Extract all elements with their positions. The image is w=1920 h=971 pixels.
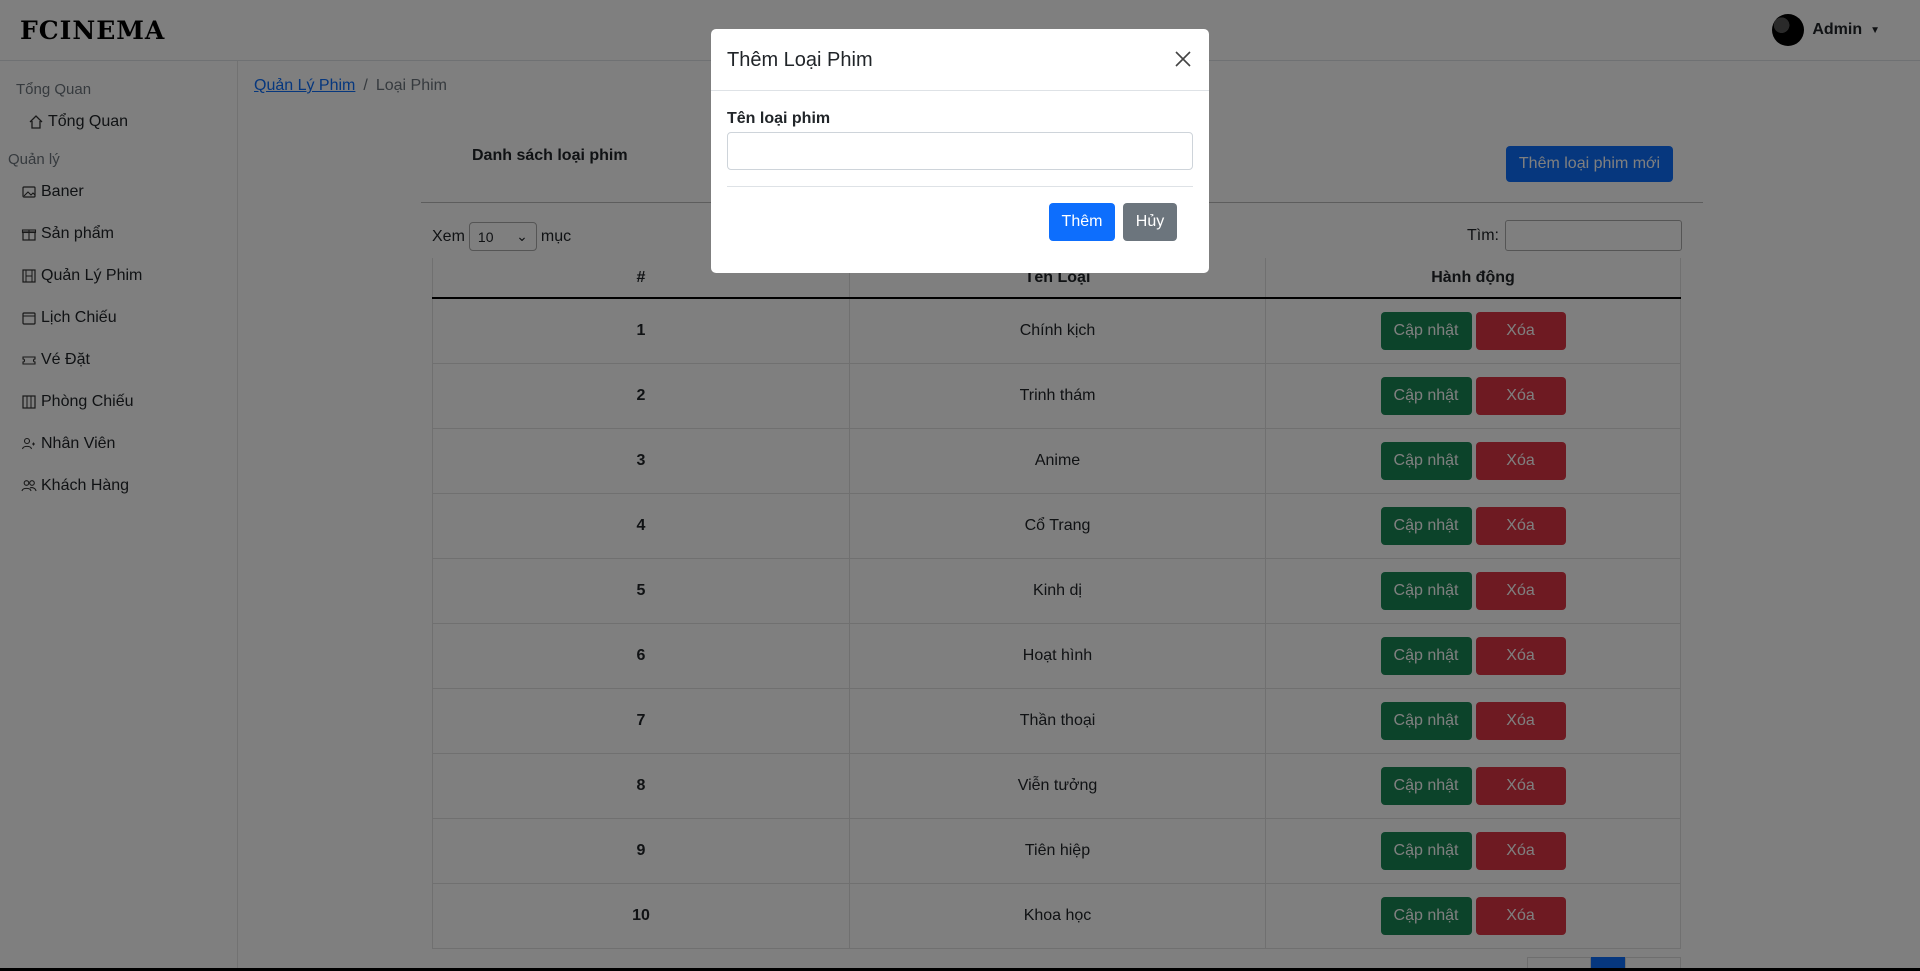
cancel-button[interactable]: Hủy: [1123, 203, 1177, 241]
modal-divider: [727, 186, 1193, 187]
close-icon[interactable]: [1173, 49, 1193, 69]
category-name-label: Tên loại phim: [727, 110, 831, 127]
submit-button[interactable]: Thêm: [1049, 203, 1115, 241]
modal-title: Thêm Loại Phim: [727, 49, 873, 71]
add-category-modal: Thêm Loại Phim Tên loại phim Thêm Hủy: [711, 29, 1209, 273]
modal-header: Thêm Loại Phim: [711, 29, 1209, 91]
category-name-input[interactable]: [727, 132, 1193, 170]
